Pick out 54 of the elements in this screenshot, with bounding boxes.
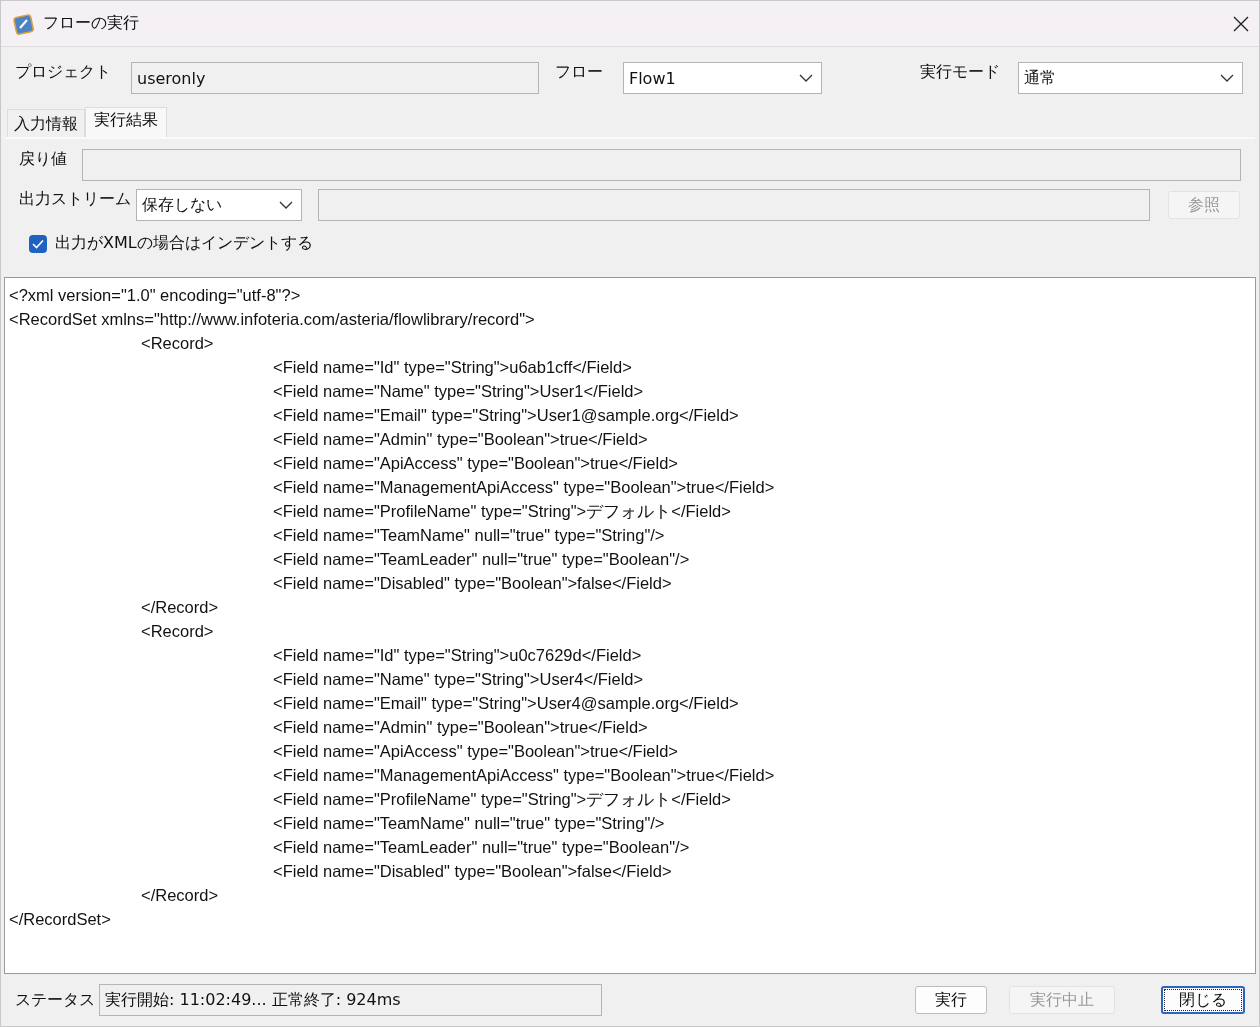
project-field[interactable]: useronly [131,62,539,94]
dialog-button[interactable]: 実行 [915,986,987,1014]
xml-line: <Field name="Id" type="String">u6ab1cff</Field> [273,357,632,378]
xml-line: <Field name="Name" type="String">User1</Field> [273,381,644,402]
project-label: プロジェクト [15,62,111,83]
checkbox[interactable] [29,234,47,253]
xml-line: <Field name="TeamName" null="true" type="String"/> [273,525,665,546]
xml-line: <Field name="ProfileName" type="String">デフォルト</Field> [273,501,731,522]
xml-line: <Record> [141,621,214,642]
xml-line: <Field name="TeamLeader" null="true" type="Boolean"/> [273,837,690,858]
xml-line: </RecordSet> [9,909,111,930]
app-icon [13,12,35,35]
xml-line: <?xml version="1.0" encoding="utf-8"?> [9,285,301,306]
xml-line: <Field name="ManagementApiAccess" type="Boolean">true</Field> [273,477,775,498]
xml-line: <Field name="ApiAccess" type="Boolean">true</Field> [273,741,678,762]
mode-label: 実行モード [920,62,1001,83]
xml-line: <Field name="Admin" type="Boolean">true</Field> [273,717,648,738]
xml-line: <Field name="ManagementApiAccess" type="Boolean">true</Field> [273,765,775,786]
status-field: 実行開始: 11:02:49... 正常終了: 924ms [99,984,602,1016]
flow-dropdown[interactable]: Flow1 [622,62,823,94]
xml-line: <Field name="Disabled" type="Boolean">false</Field> [273,861,672,882]
xml-line: <Field name="Disabled" type="Boolean">false</Field> [273,573,672,594]
xml-line: <Field name="Email" type="String">User1@sample.org</Field> [273,405,739,426]
tab[interactable]: 入力情報 [7,109,85,137]
output-stream-label: 出力ストリーム [19,189,132,210]
output-path-field[interactable] [318,189,1150,221]
checkbox-label: 出力がXMLの場合はインデントする [55,233,313,254]
return-value-label: 戻り値 [19,149,68,170]
xml-line: <Field name="ProfileName" type="String">デフォルト</Field> [273,789,731,810]
chevron-down-icon [799,74,814,82]
close-icon[interactable] [1233,15,1249,32]
dialog-button[interactable]: 閉じる [1161,986,1245,1014]
xml-line: <Field name="Email" type="String">User4@sample.org</Field> [273,693,739,714]
window-title: フローの実行 [43,13,140,34]
output-stream-dropdown[interactable]: 保存しない [136,189,302,221]
chevron-down-icon [279,201,293,209]
xml-line: <Field name="TeamLeader" null="true" type="Boolean"/> [273,549,690,570]
xml-line: <Field name="Name" type="String">User4</Field> [273,669,644,690]
xml-line: </Record> [141,597,219,618]
tab[interactable]: 実行結果 [85,107,167,137]
xml-line: <RecordSet xmlns="http://www.infoteria.com/asteria/flowlibrary/record"> [9,309,535,330]
xml-line: <Field name="Id" type="String">u0c7629d</Field> [273,645,642,666]
return-value-field[interactable] [81,149,1241,181]
xml-line: </Record> [141,885,219,906]
output-text-area[interactable] [4,277,1256,974]
xml-line: <Field name="ApiAccess" type="Boolean">true</Field> [273,453,678,474]
xml-line: <Field name="TeamName" null="true" type="String"/> [273,813,665,834]
status-label: ステータス [15,989,96,1011]
mode-dropdown[interactable]: 通常 [1018,62,1243,94]
chevron-down-icon [1220,74,1234,82]
check-icon [32,238,44,249]
xml-line: <Record> [141,333,214,354]
xml-line: <Field name="Admin" type="Boolean">true</Field> [273,429,648,450]
flow-label: フロー [554,62,603,83]
